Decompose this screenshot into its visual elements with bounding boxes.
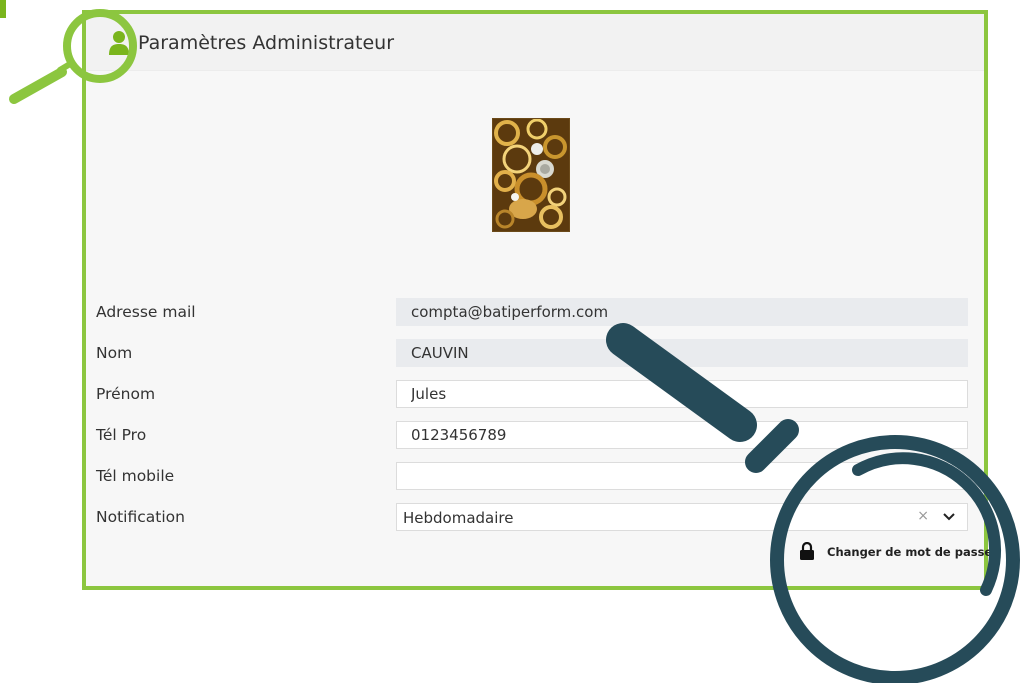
tel-mobile-field[interactable] bbox=[396, 462, 968, 490]
card-header: Paramètres Administrateur bbox=[86, 14, 984, 71]
page: Paramètres Administrateur Adresse mail c… bbox=[0, 0, 1029, 683]
prenom-label: Prénom bbox=[96, 385, 156, 403]
clear-icon[interactable]: × bbox=[917, 508, 929, 524]
nom-label: Nom bbox=[96, 344, 133, 362]
corner-accent bbox=[0, 0, 6, 18]
tel-pro-row: Tél Pro bbox=[86, 421, 984, 451]
admin-settings-card: Paramètres Administrateur Adresse mail c… bbox=[82, 10, 992, 590]
prenom-field[interactable] bbox=[396, 380, 968, 408]
chevron-down-icon[interactable] bbox=[943, 512, 955, 522]
tel-mobile-row: Tél mobile bbox=[86, 462, 984, 492]
notification-row: Notification Hebdomadaire × bbox=[86, 503, 984, 533]
notification-selected-value: Hebdomadaire bbox=[403, 509, 514, 527]
notification-label: Notification bbox=[96, 508, 185, 526]
nom-field[interactable] bbox=[396, 339, 968, 367]
change-password-label: Changer de mot de passe bbox=[827, 545, 993, 559]
tel-pro-field[interactable] bbox=[396, 421, 968, 449]
email-row: Adresse mail bbox=[86, 298, 984, 328]
user-icon bbox=[109, 31, 129, 55]
notification-select[interactable]: Hebdomadaire × bbox=[396, 503, 968, 531]
tel-pro-label: Tél Pro bbox=[96, 426, 147, 444]
page-title: Paramètres Administrateur bbox=[138, 32, 394, 54]
lock-icon bbox=[800, 542, 814, 560]
tel-mobile-label: Tél mobile bbox=[96, 467, 175, 485]
prenom-row: Prénom bbox=[86, 380, 984, 410]
email-label: Adresse mail bbox=[96, 303, 196, 321]
nom-row: Nom bbox=[86, 339, 984, 369]
avatar[interactable] bbox=[492, 118, 570, 232]
email-field[interactable] bbox=[396, 298, 968, 326]
